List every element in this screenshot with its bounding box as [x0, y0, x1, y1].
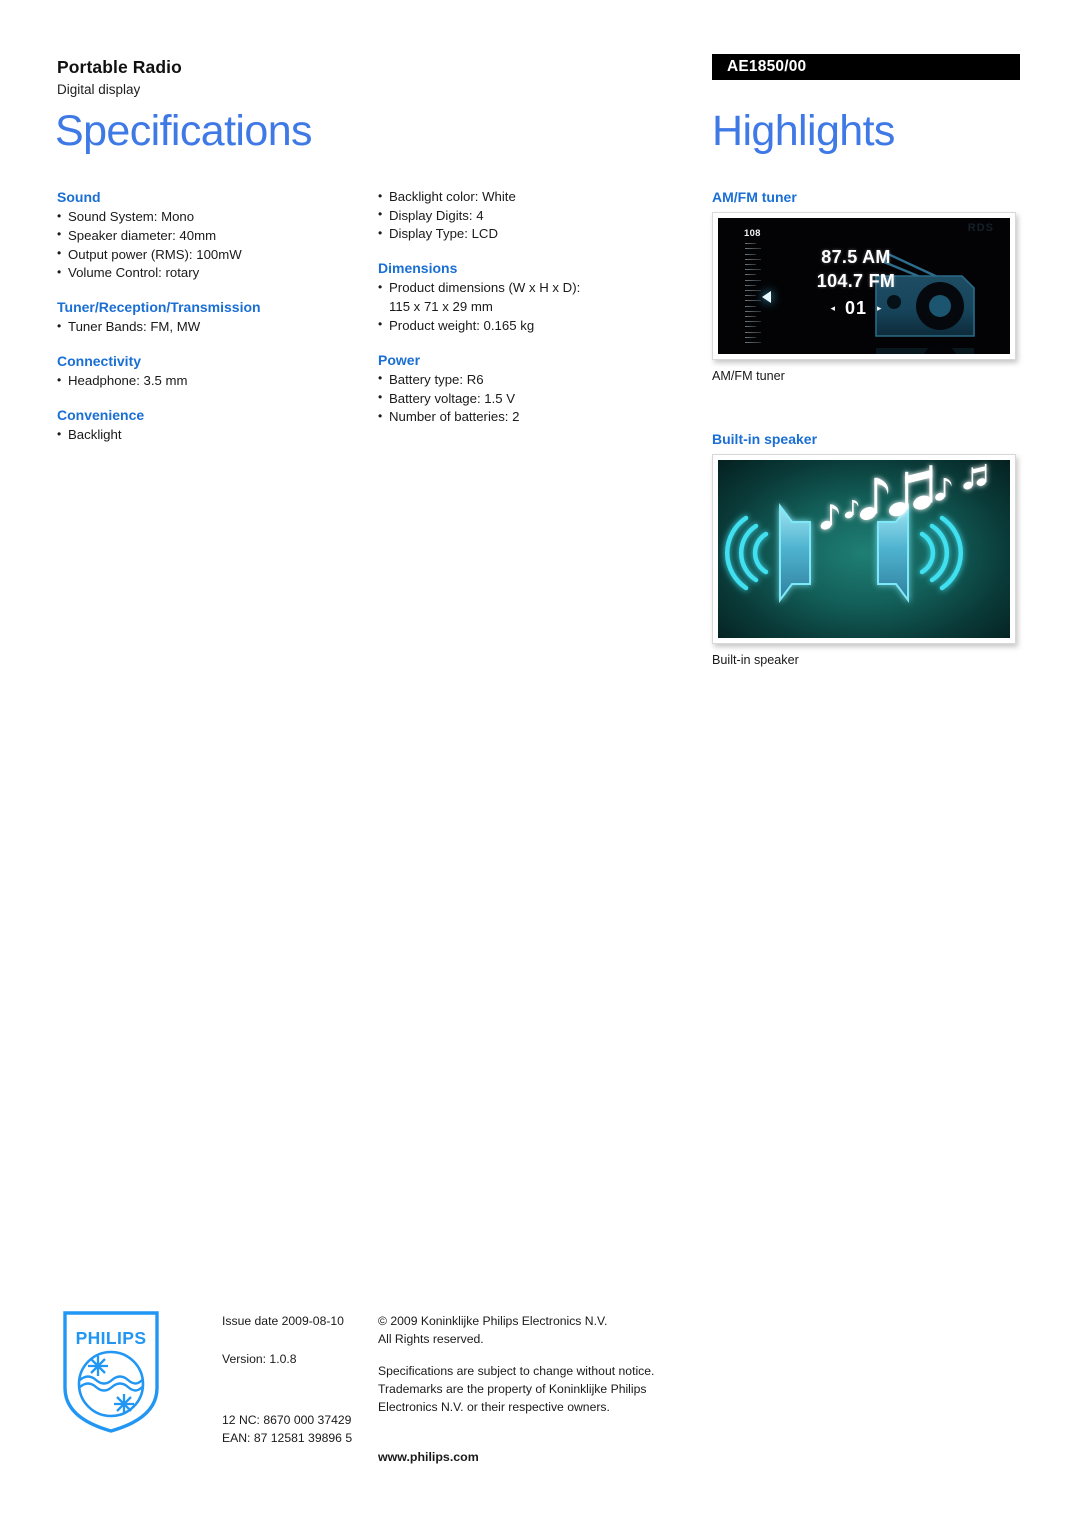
highlight-caption: AM/FM tuner — [712, 369, 785, 384]
disclaimer-line-2: Trademarks are the property of Koninklij… — [378, 1382, 647, 1397]
spec-section-display-continued: Backlight color: White Display Digits: 4… — [378, 188, 678, 244]
list-item: Display Type: LCD — [378, 225, 678, 244]
preset-number: 01 — [844, 297, 868, 318]
spec-column-one: Sound Sound System: Mono Speaker diamete… — [57, 188, 367, 445]
section-heading: Tuner/Reception/Transmission — [57, 299, 261, 316]
spec-list: Backlight color: White Display Digits: 4… — [378, 188, 678, 244]
highlight-heading: AM/FM tuner — [712, 189, 797, 205]
spec-list: Sound System: Mono Speaker diameter: 40m… — [57, 208, 367, 283]
ean-code: EAN: 87 12581 39896 5 — [222, 1430, 353, 1445]
preset-prev-icon: ◂ — [830, 302, 835, 313]
spec-list: Battery type: R6 Battery voltage: 1.5 V … — [378, 370, 678, 427]
spec-section-power: Power Battery type: R6 Battery voltage: … — [378, 351, 678, 427]
product-code-label: AE1850/00 — [727, 58, 807, 75]
section-heading: Connectivity — [57, 353, 142, 370]
issue-date: Issue date 2009-08-10 — [222, 1314, 344, 1328]
copyright-line-1: © 2009 Koninklijke Philips Electronics N… — [378, 1314, 608, 1328]
list-item-text: Product dimensions (W x H x D): — [389, 280, 581, 296]
frequency-fm: 104.7 FM — [816, 270, 896, 291]
list-item: Battery voltage: 1.5 V — [378, 389, 678, 409]
spec-section-tuner-reception-transmission: Tuner/Reception/Transmission Tuner Bands… — [57, 298, 367, 337]
disclaimer-line-1: Specifications are subject to change wit… — [378, 1364, 655, 1379]
disclaimer-block: Specifications are subject to change wit… — [378, 1362, 708, 1416]
spec-list: Backlight — [57, 426, 367, 445]
section-heading: Convenience — [57, 406, 145, 423]
list-item: Sound System: Mono — [57, 208, 367, 227]
spec-list: Headphone: 3.5 mm — [57, 372, 367, 391]
highlight-heading: Built-in speaker — [712, 431, 818, 447]
section-heading: Dimensions — [378, 260, 458, 277]
radio-reflection — [876, 344, 974, 355]
list-item: Backlight color: White — [378, 188, 678, 207]
list-item: Battery type: R6 — [378, 370, 678, 390]
version: Version: 1.0.8 — [222, 1352, 297, 1367]
tuning-scale: 108 — [744, 228, 774, 346]
website-link[interactable]: www.philips.com — [378, 1448, 708, 1466]
nc-code: 12 NC: 8670 000 37429 — [222, 1412, 352, 1427]
scale-ticks — [745, 243, 763, 344]
philips-logo: PHILIPS — [63, 1311, 159, 1433]
spec-section-connectivity: Connectivity Headphone: 3.5 mm — [57, 352, 367, 391]
highlight-built-in-speaker: Built-in speaker Built-in speaker — [712, 430, 1016, 667]
spec-section-dimensions: Dimensions Product dimensions (W x H x D… — [378, 259, 678, 335]
footer-column-left: Issue date 2009-08-10 Version: 1.0.8 12 … — [222, 1312, 372, 1447]
section-heading: Power — [378, 351, 421, 368]
highlight-am-fm-tuner: AM/FM tuner RDS 108 87.5 AM 104.7 FM ◂ 0… — [712, 188, 1016, 383]
list-item: Headphone: 3.5 mm — [57, 372, 367, 391]
am-fm-tuner-artwork: RDS 108 87.5 AM 104.7 FM ◂ 01 ▸ — [718, 218, 1010, 355]
list-item: Product dimensions (W x H x D): 115 x 71… — [378, 279, 678, 316]
spec-list: Tuner Bands: FM, MW — [57, 318, 367, 337]
highlight-caption: Built-in speaker — [712, 653, 799, 668]
built-in-speaker-artwork — [718, 460, 1010, 639]
product-header: Portable Radio Digital display — [57, 57, 657, 98]
copyright-block: © 2009 Koninklijke Philips Electronics N… — [378, 1312, 708, 1348]
highlights-title: Highlights — [712, 107, 895, 155]
highlight-image-frame: RDS 108 87.5 AM 104.7 FM ◂ 01 ▸ — [712, 212, 1016, 361]
scale-top-label: 108 — [744, 228, 761, 240]
specifications-title: Specifications — [55, 107, 313, 155]
list-item: Product weight: 0.165 kg — [378, 316, 678, 336]
list-item: Tuner Bands: FM, MW — [57, 318, 367, 337]
list-item: Display Digits: 4 — [378, 206, 678, 226]
disclaimer-line-3: Electronics N.V. or their respective own… — [378, 1400, 610, 1415]
spec-column-two: Backlight color: White Display Digits: 4… — [378, 188, 678, 427]
preset-selector: ◂ 01 ▸ — [793, 298, 919, 319]
product-code-bar: AE1850/00 — [712, 54, 1020, 80]
rds-ghost-label: RDS — [967, 222, 994, 235]
frequency-readout: 87.5 AM 104.7 FM ◂ 01 ▸ — [793, 246, 919, 319]
copyright-line-2: All Rights reserved. — [378, 1332, 484, 1347]
philips-wordmark: PHILIPS — [76, 1328, 147, 1348]
preset-next-icon: ▸ — [877, 302, 882, 313]
section-heading: Sound — [57, 189, 101, 205]
list-item: Volume Control: rotary — [57, 264, 367, 283]
product-name: Portable Radio — [57, 57, 182, 77]
list-item: Output power (RMS): 100mW — [57, 245, 367, 265]
speaker-graphic — [724, 464, 987, 604]
list-item: Number of batteries: 2 — [378, 408, 678, 427]
list-item: Backlight — [57, 426, 367, 445]
list-item-continuation: 115 x 71 x 29 mm — [389, 299, 493, 315]
list-item: Speaker diameter: 40mm — [57, 226, 367, 246]
highlight-image-frame — [712, 454, 1016, 645]
footer-column-right: © 2009 Koninklijke Philips Electronics N… — [378, 1312, 708, 1467]
spec-list: Product dimensions (W x H x D): 115 x 71… — [378, 279, 678, 335]
frequency-am: 87.5 AM — [821, 247, 891, 268]
tuning-pointer-icon — [762, 291, 771, 304]
product-subtitle: Digital display — [57, 82, 141, 98]
spec-section-convenience: Convenience Backlight — [57, 406, 367, 445]
spec-section-sound: Sound Sound System: Mono Speaker diamete… — [57, 188, 367, 283]
